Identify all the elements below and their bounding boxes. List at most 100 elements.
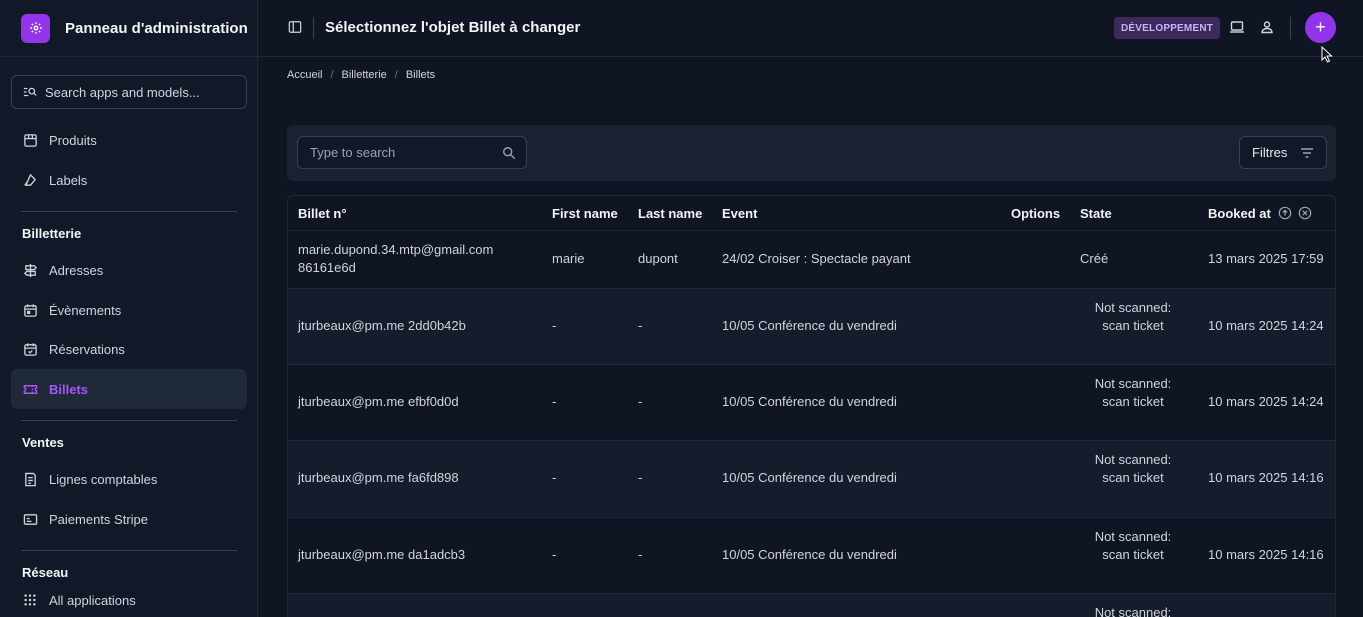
cell-last-name: - bbox=[638, 394, 643, 409]
cell-booked-at: 10 mars 2025 14:16 bbox=[1208, 470, 1324, 485]
sidebar-item-evenements[interactable]: Évènements bbox=[11, 290, 247, 330]
booking-icon bbox=[22, 341, 38, 357]
cell-first-name: - bbox=[552, 547, 557, 562]
search-icon bbox=[502, 146, 516, 160]
sidebar-toggle-icon[interactable] bbox=[288, 20, 302, 34]
cell-booked-at: 10 mars 2025 14:24 bbox=[1208, 318, 1324, 333]
breadcrumb: Accueil / Billetterie / Billets bbox=[287, 69, 435, 81]
billet-line-1: jturbeaux@pm.me 2dd0b42b bbox=[298, 318, 466, 333]
state-line-2: scan ticket bbox=[1102, 470, 1164, 485]
sidebar-divider bbox=[21, 550, 237, 551]
filters-button[interactable]: Filtres bbox=[1239, 136, 1327, 169]
tag-icon bbox=[22, 172, 38, 188]
sidebar-item-label: Lignes comptables bbox=[49, 471, 158, 487]
sidebar-item-billets[interactable]: Billets bbox=[11, 369, 247, 409]
state-line-1: Not scanned: bbox=[1094, 300, 1172, 315]
breadcrumb-separator: / bbox=[330, 69, 334, 81]
cell-billet[interactable]: jturbeaux@pm.me efbf0d0d bbox=[298, 393, 459, 411]
section-title-reseau: Réseau bbox=[22, 565, 69, 580]
cell-last-name: - bbox=[638, 470, 643, 485]
cell-state: Not scanned: scan ticket bbox=[1078, 528, 1188, 564]
cell-event: 10/05 Conférence du vendredi bbox=[722, 318, 897, 333]
brand-header: Panneau d'administration bbox=[0, 0, 257, 57]
billet-line-1: jturbeaux@pm.me fa6fd898 bbox=[298, 470, 459, 485]
sidebar: Panneau d'administration Search apps and… bbox=[0, 0, 258, 617]
sort-ascending-icon[interactable] bbox=[1278, 206, 1292, 220]
add-button[interactable]: + bbox=[1305, 12, 1336, 43]
cell-billet[interactable]: jturbeaux@pm.me 2dd0b42b bbox=[298, 317, 466, 335]
column-header-first-name[interactable]: First name bbox=[552, 206, 618, 221]
billet-line-1: jturbeaux@pm.me da1adcb3 bbox=[298, 547, 466, 562]
sidebar-item-label: Adresses bbox=[49, 262, 104, 278]
state-line-1: Not scanned: bbox=[1094, 529, 1172, 544]
store-icon bbox=[22, 132, 38, 148]
user-icon[interactable] bbox=[1259, 19, 1275, 35]
sidebar-item-lignes-comptables[interactable]: Lignes comptables bbox=[11, 459, 247, 499]
table-row[interactable]: marie.dupond.34.mtp@gmail.com 86161e6d m… bbox=[288, 231, 1335, 289]
cell-billet[interactable]: jturbeaux@pm.me fa6fd898 bbox=[298, 469, 459, 487]
column-header-state[interactable]: State bbox=[1080, 206, 1112, 221]
search-input[interactable]: Type to search bbox=[297, 136, 527, 169]
results-table: Billet n° First name Last name Event Opt… bbox=[287, 195, 1336, 617]
ledger-icon bbox=[22, 471, 38, 487]
table-row[interactable]: Not scanned: bbox=[288, 594, 1335, 617]
table-row[interactable]: jturbeaux@pm.me 2dd0b42b - - 10/05 Confé… bbox=[288, 289, 1335, 365]
cell-billet[interactable]: marie.dupond.34.mtp@gmail.com 86161e6d bbox=[298, 241, 493, 277]
table-row[interactable]: jturbeaux@pm.me fa6fd898 - - 10/05 Confé… bbox=[288, 441, 1335, 518]
sidebar-item-reservations[interactable]: Réservations bbox=[11, 329, 247, 369]
sidebar-item-label: All applications bbox=[49, 592, 136, 608]
filter-icon bbox=[1300, 147, 1314, 159]
sidebar-item-paiements-stripe[interactable]: Paiements Stripe bbox=[11, 499, 247, 539]
apps-grid-icon bbox=[22, 592, 38, 608]
cell-first-name: - bbox=[552, 470, 557, 485]
app-title: Panneau d'administration bbox=[65, 19, 248, 37]
breadcrumb-billetterie[interactable]: Billetterie bbox=[342, 69, 387, 81]
cell-event: 10/05 Conférence du vendredi bbox=[722, 470, 897, 485]
sidebar-search-input[interactable]: Search apps and models... bbox=[11, 75, 247, 109]
breadcrumb-accueil[interactable]: Accueil bbox=[287, 69, 322, 81]
column-header-billet[interactable]: Billet n° bbox=[298, 206, 347, 221]
mouse-cursor-icon bbox=[1321, 46, 1333, 63]
settings-logo-icon[interactable] bbox=[21, 13, 50, 43]
breadcrumb-separator: / bbox=[394, 69, 398, 81]
cell-first-name: - bbox=[552, 394, 557, 409]
calendar-icon bbox=[22, 302, 38, 318]
sidebar-item-produits[interactable]: Produits bbox=[11, 120, 247, 160]
state-line-2: scan ticket bbox=[1102, 318, 1164, 333]
section-title-ventes: Ventes bbox=[22, 435, 64, 450]
column-header-event[interactable]: Event bbox=[722, 206, 757, 221]
state-line-1: Créé bbox=[1080, 251, 1109, 266]
cell-state: Créé bbox=[1080, 250, 1108, 268]
billet-line-2: 86161e6d bbox=[298, 260, 356, 275]
search-placeholder: Type to search bbox=[310, 145, 396, 160]
cell-billet[interactable]: jturbeaux@pm.me da1adcb3 bbox=[298, 546, 465, 564]
table-row[interactable]: jturbeaux@pm.me da1adcb3 - - 10/05 Confé… bbox=[288, 518, 1335, 594]
cell-event: 24/02 Croiser : Spectacle payant bbox=[722, 251, 911, 266]
page-title: Sélectionnez l'objet Billet à changer bbox=[325, 19, 581, 36]
column-header-options[interactable]: Options bbox=[1011, 206, 1060, 221]
cell-last-name: - bbox=[638, 318, 643, 333]
table-row[interactable]: jturbeaux@pm.me efbf0d0d - - 10/05 Confé… bbox=[288, 365, 1335, 441]
cell-state: Not scanned: bbox=[1078, 604, 1188, 617]
breadcrumb-billets[interactable]: Billets bbox=[406, 69, 435, 81]
cell-event: 10/05 Conférence du vendredi bbox=[722, 547, 897, 562]
sidebar-item-label: Labels bbox=[49, 172, 88, 188]
cell-last-name: dupont bbox=[638, 251, 678, 266]
card-icon bbox=[22, 511, 38, 527]
sidebar-item-adresses[interactable]: Adresses bbox=[11, 250, 247, 290]
cell-event: 10/05 Conférence du vendredi bbox=[722, 394, 897, 409]
state-line-1: Not scanned: bbox=[1094, 452, 1172, 467]
column-header-last-name[interactable]: Last name bbox=[638, 206, 702, 221]
cell-booked-at: 10 mars 2025 14:16 bbox=[1208, 547, 1324, 562]
laptop-icon[interactable] bbox=[1229, 19, 1245, 35]
sidebar-item-labels[interactable]: Labels bbox=[11, 160, 247, 200]
divider bbox=[313, 17, 314, 39]
column-header-booked-at[interactable]: Booked at bbox=[1208, 206, 1271, 221]
table-header: Billet n° First name Last name Event Opt… bbox=[288, 196, 1335, 231]
sidebar-item-all-applications[interactable]: All applications bbox=[11, 580, 247, 617]
cell-last-name: - bbox=[638, 547, 643, 562]
sidebar-item-label: Produits bbox=[49, 132, 97, 148]
cell-booked-at: 13 mars 2025 17:59 bbox=[1208, 251, 1324, 266]
remove-sort-icon[interactable] bbox=[1298, 206, 1312, 220]
signpost-icon bbox=[22, 262, 38, 278]
